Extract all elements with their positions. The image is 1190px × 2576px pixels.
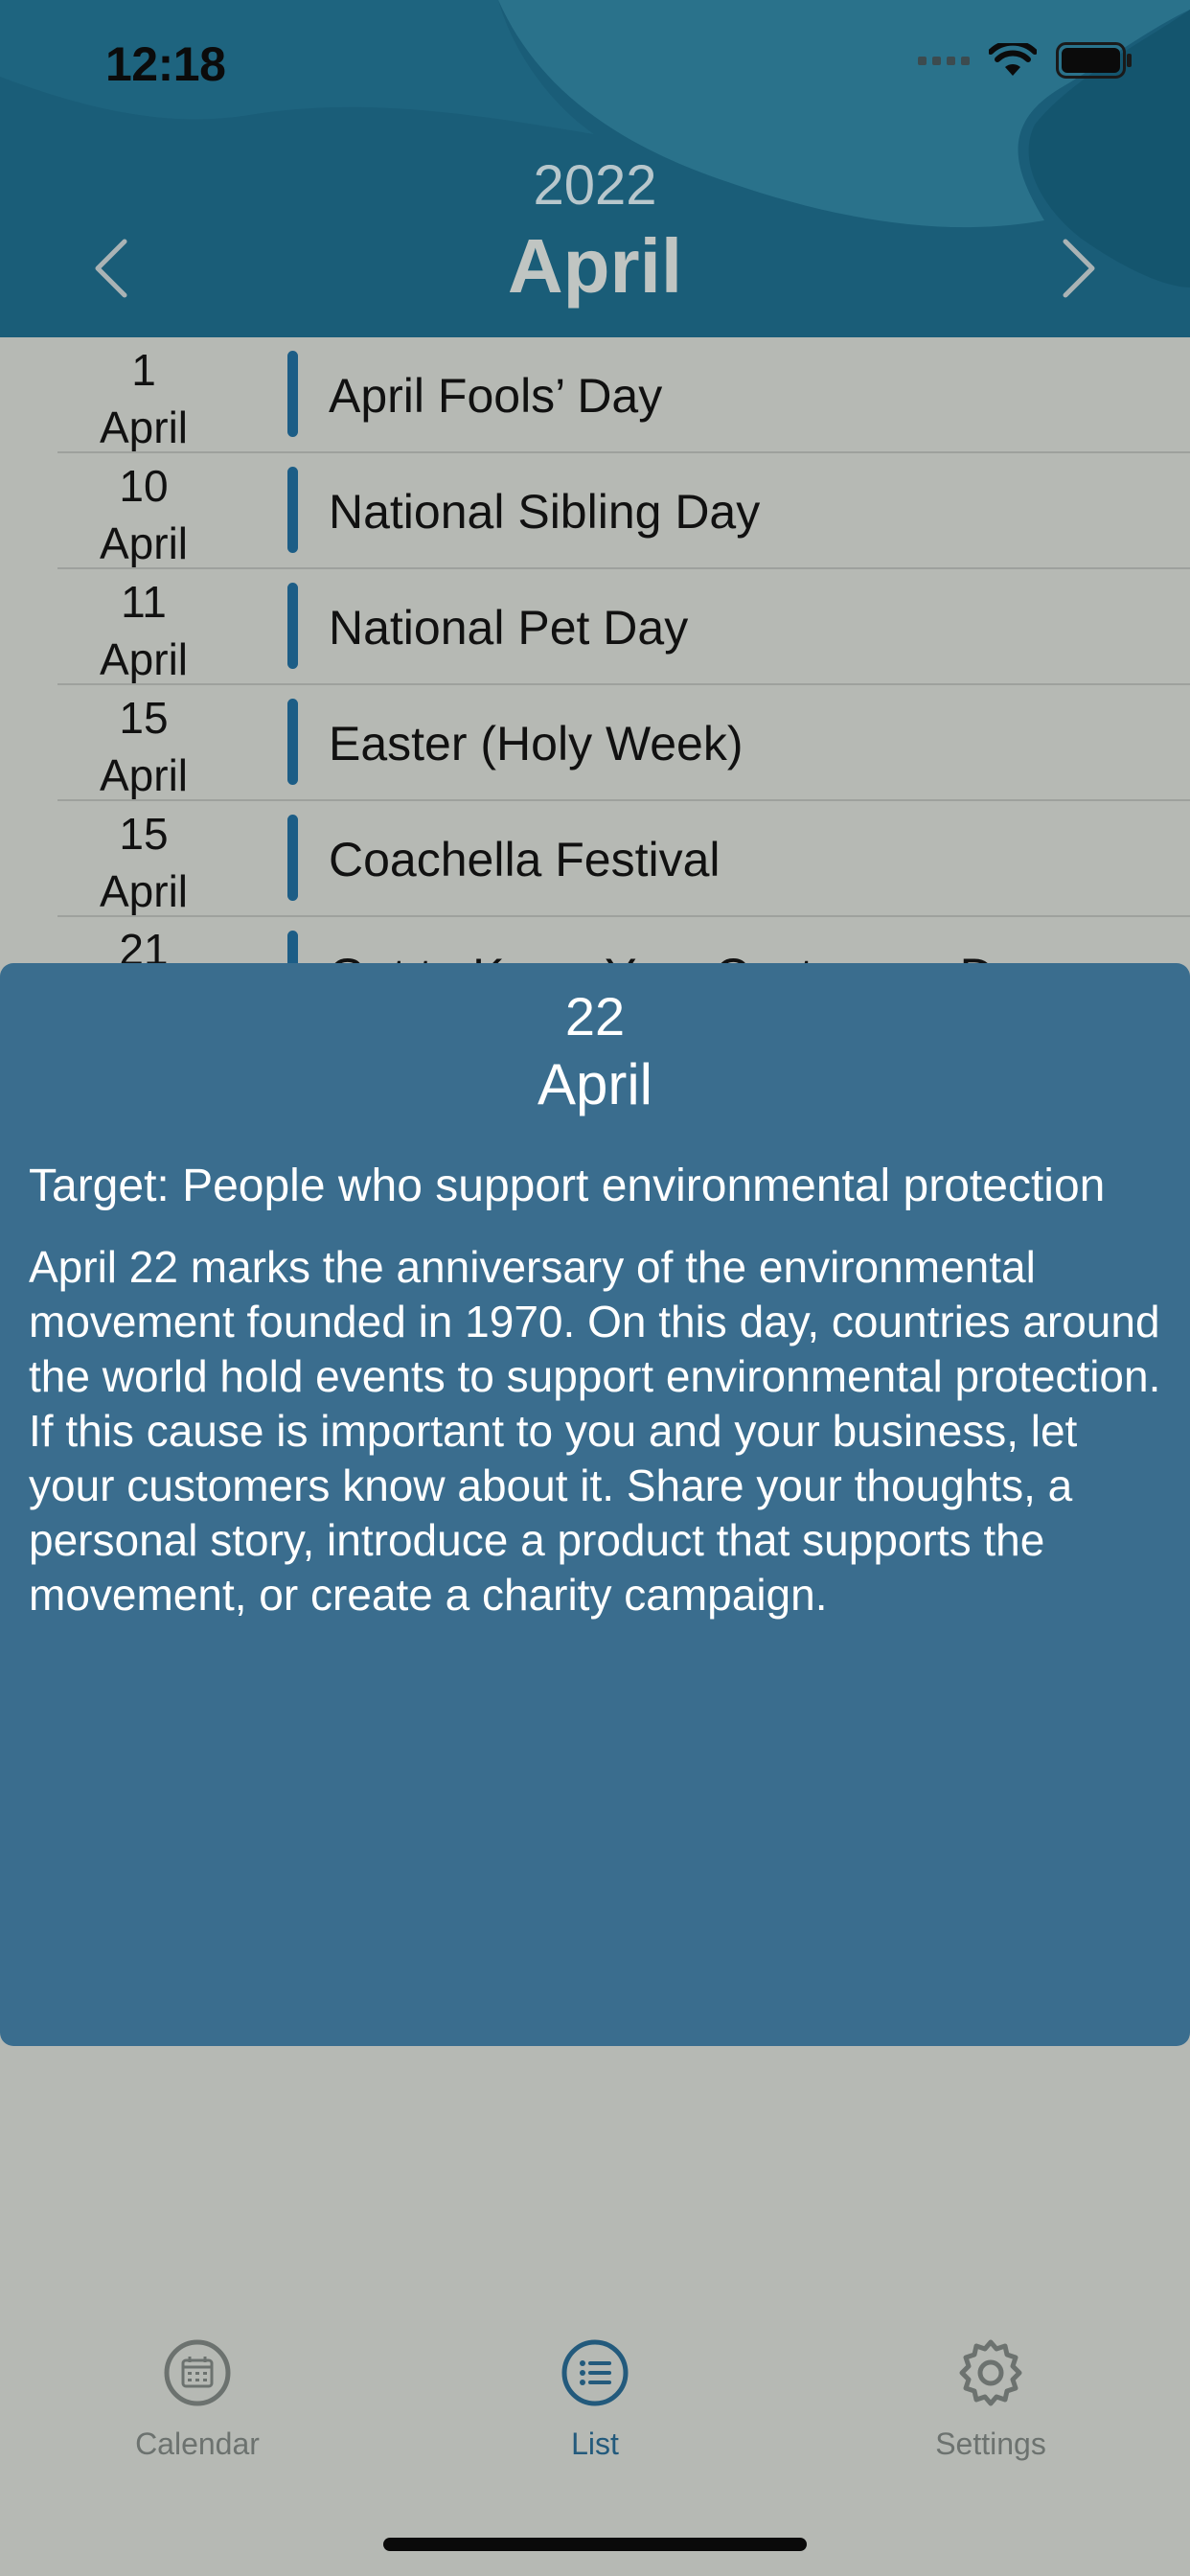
event-row[interactable]: 10 April National Sibling Day	[0, 453, 1190, 569]
next-month-button[interactable]	[1060, 238, 1098, 299]
detail-day: 22	[564, 986, 626, 1046]
detail-month: April	[537, 1052, 653, 1116]
event-date: 15 April	[57, 689, 230, 804]
event-date: 1 April	[57, 341, 230, 456]
event-accent-bar	[287, 583, 298, 669]
event-title: National Sibling Day	[329, 485, 761, 539]
event-title: April Fools’ Day	[329, 369, 663, 423]
tab-settings[interactable]: Settings	[847, 2338, 1134, 2462]
battery-icon	[1056, 42, 1132, 79]
event-accent-bar	[287, 815, 298, 901]
tab-calendar[interactable]: Calendar	[54, 2338, 341, 2462]
event-row[interactable]: 15 April Easter (Holy Week)	[0, 685, 1190, 801]
tab-bar: Calendar List Settings	[0, 2338, 1190, 2482]
cellular-signal-icon	[918, 56, 970, 65]
event-month: April	[99, 750, 189, 800]
detail-description: April 22 marks the anniversary of the en…	[29, 1240, 1161, 1622]
gear-icon	[959, 2339, 1022, 2406]
tab-label: List	[571, 2426, 619, 2461]
event-day: 11	[121, 577, 167, 627]
event-title: Coachella Festival	[329, 833, 721, 886]
status-time: 12:18	[105, 37, 226, 91]
month-title: April	[507, 223, 683, 309]
event-row[interactable]: 15 April Coachella Festival	[0, 801, 1190, 917]
event-row[interactable]: 1 April April Fools’ Day	[0, 337, 1190, 453]
event-list: 1 April April Fools’ Day 10 April Nation…	[0, 337, 1190, 1033]
event-title: Easter (Holy Week)	[329, 717, 744, 770]
event-date: 15 April	[57, 805, 230, 920]
previous-month-button[interactable]	[92, 238, 130, 299]
event-day: 15	[119, 693, 169, 743]
event-month: April	[99, 866, 189, 916]
event-accent-bar	[287, 467, 298, 553]
wifi-icon	[989, 43, 1037, 76]
tab-label: Calendar	[135, 2426, 260, 2461]
home-indicator[interactable]	[383, 2538, 807, 2551]
event-day: 10	[119, 461, 169, 511]
event-title: National Pet Day	[329, 601, 689, 655]
event-month: April	[99, 518, 189, 568]
event-day: 1	[131, 345, 156, 395]
event-date: 11 April	[57, 573, 230, 688]
tab-list[interactable]: List	[451, 2338, 739, 2462]
event-accent-bar	[287, 699, 298, 785]
calendar-icon	[164, 2339, 231, 2406]
year-label: 2022	[533, 154, 657, 217]
event-row[interactable]: 11 April National Pet Day	[0, 569, 1190, 685]
detail-description-paragraph: April 22 marks the anniversary of the en…	[29, 1242, 1161, 1401]
event-month: April	[99, 402, 189, 452]
event-day: 15	[119, 809, 169, 859]
status-icons	[918, 42, 1133, 79]
tab-label: Settings	[935, 2426, 1046, 2461]
list-icon	[561, 2339, 629, 2406]
event-accent-bar	[287, 351, 298, 437]
event-detail-sheet[interactable]: 22 April Target: People who support envi…	[0, 963, 1190, 2046]
detail-description-paragraph: If this cause is important to you and yo…	[29, 1406, 1078, 1620]
detail-target: Target: People who support environmental…	[29, 1161, 1106, 1211]
event-date: 10 April	[57, 457, 230, 572]
event-month: April	[99, 634, 189, 684]
